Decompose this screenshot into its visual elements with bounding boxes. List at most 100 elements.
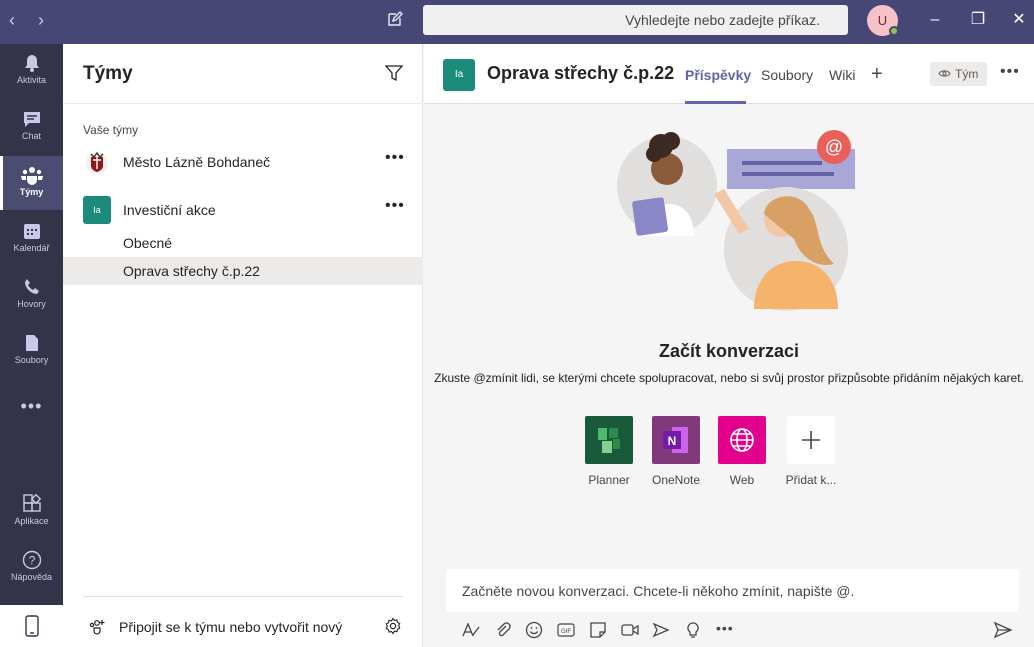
join-label: Připojit se k týmu nebo vytvořit nový: [119, 619, 343, 635]
app-tile-label: OneNote: [651, 473, 701, 487]
channel-more-button[interactable]: •••: [1000, 63, 1020, 81]
tab-files[interactable]: Soubory: [761, 67, 813, 83]
start-conversation-subtitle: Zkuste @zmínit lidi, se kterými chcete s…: [434, 371, 1024, 385]
appbar-item-help[interactable]: ? Nápověda: [0, 541, 63, 595]
apps-icon: [22, 494, 41, 512]
active-tab-indicator: [685, 101, 746, 104]
praise-icon[interactable]: [685, 621, 701, 644]
team-crest-icon: [83, 148, 111, 176]
sticker-icon[interactable]: [589, 621, 607, 644]
channel-name: Oprava střechy č.p.22: [123, 263, 260, 279]
send-icon[interactable]: [993, 621, 1013, 644]
divider: [83, 596, 403, 597]
tab-posts[interactable]: Příspěvky: [685, 67, 751, 83]
gear-icon[interactable]: [384, 617, 402, 640]
close-window-button[interactable]: ✕: [1004, 7, 1034, 33]
new-conversation-input[interactable]: Začněte novou konverzaci. Chcete-li něko…: [446, 569, 1019, 612]
search-input[interactable]: Vyhledejte nebo zadejte příkaz.: [423, 5, 848, 35]
app-bar: Aktivita Chat Týmy Kalendář Hovory Soubo…: [0, 44, 63, 647]
divider: [63, 103, 423, 104]
start-conversation-illustration: @: [617, 130, 855, 311]
join-or-create-team-button[interactable]: Připojit se k týmu nebo vytvořit nový: [83, 616, 383, 640]
team-more-button[interactable]: •••: [385, 197, 405, 215]
svg-text:GIF: GIF: [561, 629, 571, 635]
appbar-label: Týmy: [19, 187, 44, 197]
minimize-button[interactable]: –: [920, 7, 950, 33]
teams-pane: Týmy Vaše týmy Město Lázně Bohdaneč ••• …: [63, 44, 423, 647]
app-tile-label: Planner: [588, 473, 630, 487]
channel-item-obecne[interactable]: Obecné: [63, 229, 423, 257]
app-tile-planner[interactable]: Planner: [579, 416, 639, 487]
team-item-investicni[interactable]: Ia Investiční akce •••: [63, 192, 423, 228]
team-button-label: Tým: [955, 67, 979, 81]
calendar-icon: [23, 224, 40, 239]
team-view-button[interactable]: Tým: [930, 62, 987, 86]
meet-now-icon[interactable]: [620, 621, 640, 644]
emoji-icon[interactable]: [525, 621, 543, 644]
appbar-label: Soubory: [14, 355, 49, 365]
appbar-item-files[interactable]: Soubory: [0, 324, 63, 378]
presence-available-icon: [889, 26, 899, 36]
deliver-icon[interactable]: [652, 621, 670, 644]
forward-arrow-icon[interactable]: ›: [38, 10, 44, 30]
channel-item-oprava[interactable]: Oprava střechy č.p.22: [63, 257, 423, 285]
appbar-label: Hovory: [17, 299, 46, 309]
appbar-item-calls[interactable]: Hovory: [0, 268, 63, 322]
user-avatar[interactable]: U: [867, 5, 899, 36]
team-item-mesto[interactable]: Město Lázně Bohdaneč •••: [63, 144, 423, 180]
teams-icon: [20, 167, 43, 185]
format-icon[interactable]: [461, 621, 481, 644]
more-options-button[interactable]: •••: [716, 620, 734, 636]
team-avatar: Ia: [83, 196, 111, 224]
avatar-initial: U: [877, 13, 888, 28]
channel-header: Ia Oprava střechy č.p.22 Příspěvky Soubo…: [424, 44, 1034, 104]
tab-wiki[interactable]: Wiki: [829, 67, 855, 83]
appbar-label: Chat: [21, 131, 41, 141]
channel-title: Oprava střechy č.p.22: [487, 63, 675, 83]
appbar-item-teams[interactable]: Týmy: [0, 156, 63, 210]
appbar-item-activity[interactable]: Aktivita: [0, 44, 63, 98]
globe-icon: [718, 416, 766, 464]
help-icon: ?: [22, 550, 41, 570]
appbar-label: Aplikace: [14, 516, 49, 526]
app-tile-add[interactable]: Přidat k...: [781, 416, 841, 487]
plus-icon: [787, 416, 835, 464]
onenote-icon: N: [652, 416, 700, 464]
channel-name: Obecné: [123, 235, 173, 251]
app-tile-onenote[interactable]: N OneNote: [646, 416, 706, 487]
filter-icon[interactable]: [384, 64, 404, 87]
back-arrow-icon[interactable]: ‹: [9, 10, 15, 30]
mobile-phone-icon: [24, 615, 39, 637]
appbar-item-calendar[interactable]: Kalendář: [0, 212, 63, 266]
app-tile-web[interactable]: Web: [712, 416, 772, 487]
appbar-label: Nápověda: [10, 572, 53, 582]
app-tile-label: Web: [729, 473, 755, 487]
channel-team-avatar: Ia: [443, 59, 475, 91]
team-name: Město Lázně Bohdaneč: [123, 154, 271, 170]
svg-text:?: ?: [28, 554, 35, 568]
appbar-more-button[interactable]: •••: [0, 396, 63, 417]
chat-icon: [23, 112, 40, 127]
appbar-label: Aktivita: [16, 75, 46, 85]
mobile-device-button[interactable]: [0, 605, 63, 647]
attach-icon[interactable]: [494, 621, 512, 644]
maximize-button[interactable]: ❐: [963, 7, 993, 33]
phone-icon: [24, 279, 39, 294]
appbar-item-apps[interactable]: Aplikace: [0, 485, 63, 539]
title-bar: ‹ › Vyhledejte nebo zadejte příkaz. U – …: [0, 0, 1034, 44]
section-label: Vaše týmy: [83, 123, 139, 137]
team-more-button[interactable]: •••: [385, 149, 405, 167]
appbar-item-chat[interactable]: Chat: [0, 100, 63, 154]
app-tile-label: Přidat k...: [785, 473, 837, 487]
gif-icon[interactable]: GIF: [556, 621, 576, 644]
bell-icon: [24, 55, 39, 72]
pane-title: Týmy: [83, 63, 133, 84]
svg-text:N: N: [668, 434, 677, 448]
add-tab-button[interactable]: +: [871, 63, 883, 86]
planner-icon: [585, 416, 633, 464]
add-team-icon: [89, 620, 105, 635]
eye-icon: [938, 70, 951, 77]
compose-icon[interactable]: [386, 10, 406, 30]
start-conversation-title: Začít konverzaci: [658, 341, 800, 361]
team-name: Investiční akce: [123, 202, 216, 218]
